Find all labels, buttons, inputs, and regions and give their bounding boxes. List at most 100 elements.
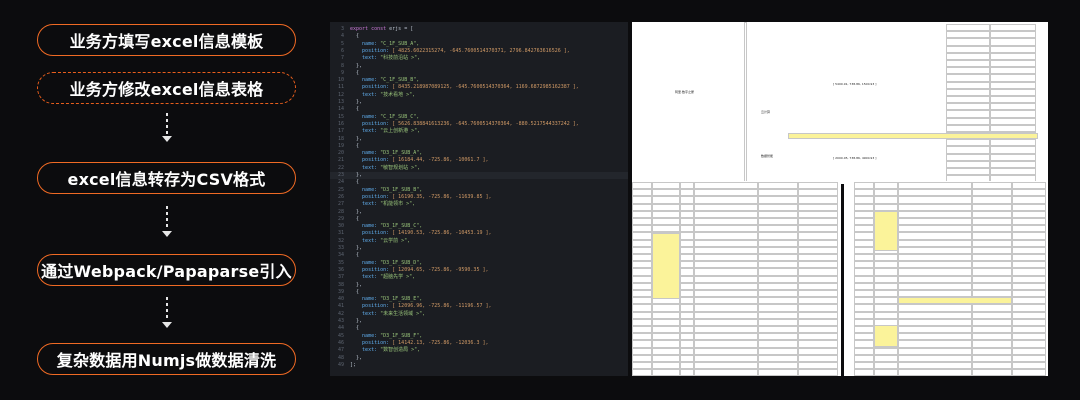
sheet-cell — [694, 282, 758, 290]
sheet-cell — [694, 340, 758, 348]
sheet-cell — [680, 196, 694, 204]
sheet-cell — [680, 311, 694, 319]
sheet-cell — [946, 81, 990, 89]
code-text: position: [ 14190.53, -725.86, -10453.19… — [362, 230, 492, 237]
highlight-block — [874, 211, 898, 251]
sheet-cell — [972, 261, 1012, 269]
spreadsheet-top: 阿里·数字之屋 云计算 数据智能 [ 5400.91, 738.86, 1500… — [632, 22, 1048, 184]
code-line: 28 }, — [330, 209, 628, 216]
line-number: 14 — [337, 106, 344, 113]
line-number: 11 — [337, 84, 344, 91]
sheet-cell — [1012, 246, 1046, 254]
sheet-cell — [694, 311, 758, 319]
line-number: 12 — [337, 91, 344, 98]
sheet-cell — [652, 218, 680, 226]
line-number: 15 — [337, 113, 344, 120]
sheet-cell — [694, 210, 758, 218]
sheet-cell — [946, 31, 990, 39]
sheet-cell — [632, 311, 652, 319]
sheet-cell — [1012, 182, 1046, 190]
sheet-cell — [632, 232, 652, 240]
code-text: }, — [350, 354, 363, 361]
sheet-cell — [898, 239, 972, 247]
code-text: text: "数智创造局 >", — [362, 347, 421, 354]
sheet-cell — [758, 203, 798, 211]
sheet-cell — [972, 326, 1012, 334]
sheet-cell — [680, 340, 694, 348]
line-number: 31 — [337, 230, 344, 237]
sheet-cell — [758, 268, 798, 276]
sheet-cell — [758, 261, 798, 269]
sheet-cell — [972, 282, 1012, 290]
sheet-cell — [898, 340, 972, 348]
line-number: 49 — [337, 361, 344, 368]
code-text: { — [350, 106, 360, 113]
sheet-cell — [972, 189, 1012, 197]
code-line: 44 { — [330, 325, 628, 332]
sheet-cell — [798, 275, 838, 283]
sheet-cell — [898, 311, 972, 319]
line-number: 34 — [337, 252, 344, 259]
sheet-cell — [874, 275, 898, 283]
sheet-cell — [694, 196, 758, 204]
line-number: 42 — [337, 310, 344, 317]
sheet-cell — [854, 311, 874, 319]
code-text: text: "敏智规划站 >", — [362, 164, 421, 171]
sheet-cell — [874, 196, 898, 204]
sheet-cell — [946, 67, 990, 75]
sheet-cell — [694, 254, 758, 262]
sheet-cell — [1012, 347, 1046, 355]
sheet-cell — [798, 225, 838, 233]
sheet-cell — [680, 189, 694, 197]
code-text: text: "超脑先学 >", — [362, 274, 416, 281]
sheet-cell — [946, 139, 990, 147]
code-editor-panel: 3 export const erjs = [4 {5 name: "C_1F_S… — [330, 22, 628, 376]
code-line: 6 position: [ 4825.6022315274, -645.7600… — [330, 48, 628, 55]
sheet-cell — [680, 225, 694, 233]
highlight-block — [874, 325, 898, 347]
line-number: 45 — [337, 332, 344, 339]
sheet-cell — [632, 182, 652, 190]
sheet-cell — [798, 326, 838, 334]
spreadsheet-bottom-left — [632, 181, 841, 376]
code-text: name: "C_1F_SUB_C", — [362, 113, 420, 120]
sheet-cell — [898, 326, 972, 334]
sheet-cell — [632, 275, 652, 283]
sheet-cell — [758, 189, 798, 197]
sheet-cell — [972, 203, 1012, 211]
sheet-cell — [632, 203, 652, 211]
code-line: 46 position: [ 14142.13, -725.86, -12036… — [330, 340, 628, 347]
sheet-cell — [874, 282, 898, 290]
sheet-cell — [758, 318, 798, 326]
sheet-cell — [1012, 362, 1046, 370]
code-line: 32 text: "云学前 >", — [330, 238, 628, 245]
sheet-cell — [798, 290, 838, 298]
step-convert-csv: excel信息转存为CSV格式 — [37, 162, 296, 194]
code-text: }, — [350, 208, 363, 215]
sheet-cell — [990, 45, 1036, 53]
sheet-cell — [854, 268, 874, 276]
sheet-cell — [972, 362, 1012, 370]
code-text: name: "D3_1F_SUB_D", — [362, 259, 423, 266]
code-line: 30 name: "D3_1F_SUB_C", — [330, 223, 628, 230]
sheet-cell — [874, 297, 898, 305]
sheet-cell — [898, 246, 972, 254]
sheet-cell — [1012, 196, 1046, 204]
connector-line — [166, 297, 168, 321]
sheet-cell — [632, 225, 652, 233]
sheet-cell — [798, 182, 838, 190]
sheet-cell — [652, 354, 680, 362]
sheet-cell — [874, 362, 898, 370]
sheet-cell — [990, 88, 1036, 96]
sheet-cell — [898, 261, 972, 269]
code-line: 17 text: "云上创新港 >", — [330, 128, 628, 135]
sheet-cell — [680, 275, 694, 283]
sheet-cell — [632, 333, 652, 341]
sheet-cell — [854, 210, 874, 218]
sheet-cell — [898, 275, 972, 283]
code-line: 12 text: "技术看地 >", — [330, 92, 628, 99]
sheet-cell — [680, 318, 694, 326]
sheet-cell — [680, 268, 694, 276]
step-fill-template: 业务方填写excel信息模板 — [37, 24, 296, 56]
sheet-cell — [632, 362, 652, 370]
